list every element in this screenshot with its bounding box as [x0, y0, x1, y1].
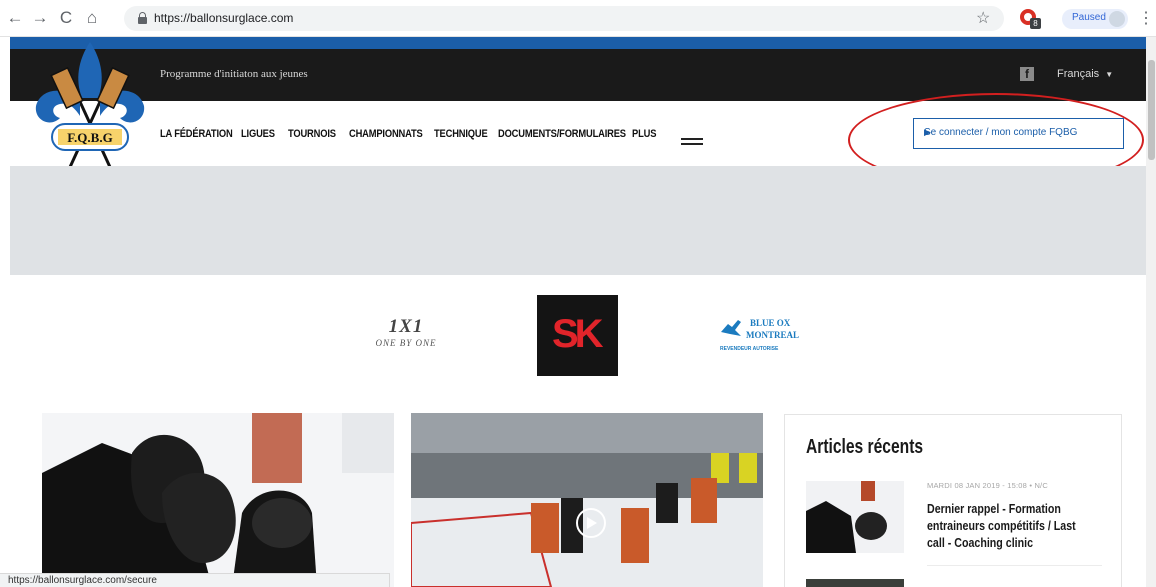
status-bar-url: https://ballonsurglace.com/secure — [0, 573, 390, 587]
nav-item-plus[interactable]: PLUS — [632, 128, 656, 140]
article-meta: MARDI 08 JAN 2019 - 15:08 • N/C — [927, 481, 1048, 490]
top-blue-strip — [10, 37, 1146, 49]
nav-item-documents[interactable]: DOCUMENTS/FORMULAIRES — [498, 128, 626, 140]
forward-icon[interactable]: → — [30, 8, 50, 28]
scrollbar-thumb[interactable] — [1148, 60, 1155, 160]
recent-articles-title: Articles récents — [806, 436, 924, 458]
article-title[interactable]: Dernier rappel - Formation entraineurs c… — [927, 500, 1076, 551]
bookmark-star-icon[interactable]: ☆ — [976, 8, 990, 28]
article-image-player[interactable] — [42, 413, 394, 587]
sponsor-sk[interactable]: SK — [537, 295, 618, 376]
reload-icon[interactable]: C — [56, 8, 76, 28]
sponsor-one-by-one[interactable]: 1X1 ONE BY ONE — [356, 316, 456, 366]
browser-toolbar: ← → C ⌂ https://ballonsurglace.com ☆ 8 P… — [0, 0, 1156, 37]
profile-status: Paused — [1072, 12, 1106, 23]
sponsor-blue-ox-line1: BLUE OX — [750, 318, 791, 328]
sponsor-one-by-one-text: ONE BY ONE — [375, 338, 437, 348]
article-image-game[interactable] — [411, 413, 763, 587]
logo-text: F.Q.B.G — [67, 130, 112, 145]
nav-item-tournois[interactable]: TOURNOIS — [288, 128, 336, 140]
divider — [927, 565, 1102, 566]
article-thumbnail[interactable] — [806, 481, 904, 553]
tagline[interactable]: Programme d'initiaton aux jeunes — [160, 68, 308, 80]
nav-item-federation[interactable]: LA FÉDÉRATION — [160, 128, 233, 140]
nav-item-ligues[interactable]: LIGUES — [241, 128, 275, 140]
avatar — [1109, 11, 1125, 27]
sponsor-blue-ox-line2: MONTREAL — [746, 330, 800, 340]
lock-icon — [138, 12, 147, 24]
nav-item-technique[interactable]: TECHNIQUE — [434, 128, 488, 140]
fqbg-logo[interactable]: F.Q.B.G — [30, 40, 150, 180]
sponsor-blue-ox[interactable]: BLUE OX MONTREAL REVENDEUR AUTORISE — [720, 318, 820, 368]
ox-icon — [721, 320, 741, 336]
profile-button[interactable]: Paused — [1062, 9, 1128, 29]
extension-icon[interactable]: 8 — [1020, 8, 1042, 30]
address-bar[interactable]: https://ballonsurglace.com — [124, 6, 1004, 31]
browser-window: ← → C ⌂ https://ballonsurglace.com ☆ 8 P… — [0, 0, 1156, 587]
recent-articles-card: Articles récents MARDI 08 JAN 2019 - 15:… — [784, 414, 1122, 587]
back-icon[interactable]: ← — [5, 8, 25, 28]
url-text[interactable]: https://ballonsurglace.com — [154, 11, 293, 25]
hero-banner — [10, 166, 1146, 275]
home-icon[interactable]: ⌂ — [82, 8, 102, 28]
menu-kebab-icon[interactable]: ⋮ — [1138, 8, 1154, 28]
hamburger-menu-icon[interactable] — [681, 138, 703, 148]
language-label: Français — [1057, 68, 1100, 80]
caret-down-icon: ▼ — [1105, 70, 1114, 79]
language-selector[interactable]: Français ▼ — [1057, 68, 1113, 80]
sponsor-blue-ox-line3: REVENDEUR AUTORISE — [720, 346, 779, 352]
nav-item-championnats[interactable]: CHAMPIONNATS — [349, 128, 423, 140]
article-thumbnail-next[interactable] — [806, 579, 904, 587]
facebook-icon[interactable]: f — [1020, 67, 1034, 81]
sponsor-one-by-one-mark: 1X1 — [388, 316, 424, 337]
sponsor-sk-text: SK — [552, 312, 604, 356]
